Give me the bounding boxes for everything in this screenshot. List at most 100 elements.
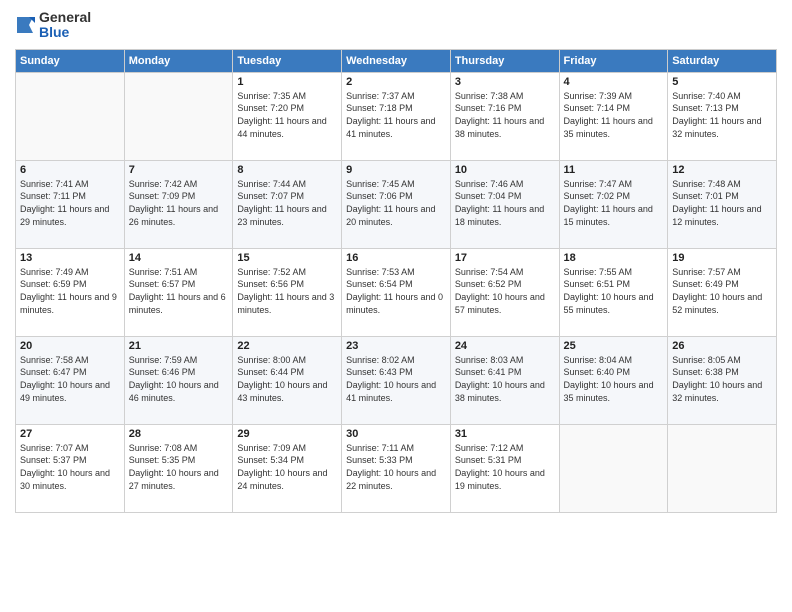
day-number: 10 (455, 164, 555, 176)
calendar-cell: 21Sunrise: 7:59 AM Sunset: 6:46 PM Dayli… (124, 336, 233, 424)
calendar-week-row: 6 Sunrise: 7:41 AM Sunset: 7:11 PM Daylig… (16, 160, 777, 248)
day-number: 20 (20, 340, 120, 352)
calendar-cell: 1Sunrise: 7:35 AM Sunset: 7:20 PM Daylig… (233, 72, 342, 160)
calendar-cell: 25Sunrise: 8:04 AM Sunset: 6:40 PM Dayli… (559, 336, 668, 424)
day-info: Sunrise: 7:58 AM Sunset: 6:47 PM Dayligh… (20, 354, 120, 404)
calendar-week-row: 13 Sunrise: 7:49 AM Sunset: 6:59 PM Dayli… (16, 248, 777, 336)
page: GeneralBlue SundayMondayTuesdayWednesday… (0, 0, 792, 612)
day-info: Sunrise: 7:59 AM Sunset: 6:46 PM Dayligh… (129, 354, 229, 404)
day-number: 19 (672, 252, 772, 264)
day-info: Sunrise: 7:55 AM Sunset: 6:51 PM Dayligh… (564, 266, 664, 316)
day-number: 30 (346, 428, 446, 440)
calendar-cell: 8 Sunrise: 7:44 AM Sunset: 7:07 PM Daylig… (233, 160, 342, 248)
day-number: 16 (346, 252, 446, 264)
calendar-week-row: 27 Sunrise: 7:07 AM Sunset: 5:37 PM Dayli… (16, 424, 777, 512)
day-info: Sunrise: 7:52 AM Sunset: 6:56 PM Dayligh… (237, 266, 337, 316)
calendar-cell: 24 Sunrise: 8:03 AM Sunset: 6:41 PM Dayli… (450, 336, 559, 424)
day-info: Sunrise: 7:51 AM Sunset: 6:57 PM Dayligh… (129, 266, 229, 316)
calendar-cell: 31 Sunrise: 7:12 AM Sunset: 5:31 PM Dayli… (450, 424, 559, 512)
calendar-cell: 28 Sunrise: 7:08 AM Sunset: 5:35 PM Dayli… (124, 424, 233, 512)
day-number: 15 (237, 252, 337, 264)
day-number: 24 (455, 340, 555, 352)
day-info: Sunrise: 7:09 AM Sunset: 5:34 PM Dayligh… (237, 442, 337, 492)
calendar-cell: 29Sunrise: 7:09 AM Sunset: 5:34 PM Dayli… (233, 424, 342, 512)
weekday-header: Friday (559, 49, 668, 72)
day-info: Sunrise: 7:39 AM Sunset: 7:14 PM Dayligh… (564, 90, 664, 140)
logo-blue-text: Blue (39, 25, 91, 40)
calendar-cell: 20 Sunrise: 7:58 AM Sunset: 6:47 PM Dayli… (16, 336, 125, 424)
day-number: 5 (672, 76, 772, 88)
day-number: 17 (455, 252, 555, 264)
logo: GeneralBlue (15, 10, 91, 41)
day-number: 13 (20, 252, 120, 264)
day-info: Sunrise: 8:00 AM Sunset: 6:44 PM Dayligh… (237, 354, 337, 404)
day-info: Sunrise: 7:44 AM Sunset: 7:07 PM Dayligh… (237, 178, 337, 228)
weekday-header: Monday (124, 49, 233, 72)
day-number: 12 (672, 164, 772, 176)
day-info: Sunrise: 7:40 AM Sunset: 7:13 PM Dayligh… (672, 90, 772, 140)
day-number: 7 (129, 164, 229, 176)
calendar-cell: 3Sunrise: 7:38 AM Sunset: 7:16 PM Daylig… (450, 72, 559, 160)
calendar-cell: 13 Sunrise: 7:49 AM Sunset: 6:59 PM Dayli… (16, 248, 125, 336)
day-number: 31 (455, 428, 555, 440)
calendar-cell: 2 Sunrise: 7:37 AM Sunset: 7:18 PM Daylig… (342, 72, 451, 160)
day-info: Sunrise: 7:49 AM Sunset: 6:59 PM Dayligh… (20, 266, 120, 316)
calendar-cell: 27 Sunrise: 7:07 AM Sunset: 5:37 PM Dayli… (16, 424, 125, 512)
day-info: Sunrise: 7:57 AM Sunset: 6:49 PM Dayligh… (672, 266, 772, 316)
calendar-cell: 16 Sunrise: 7:53 AM Sunset: 6:54 PM Dayli… (342, 248, 451, 336)
weekday-header: Sunday (16, 49, 125, 72)
header: GeneralBlue (15, 10, 777, 41)
calendar-cell: 11 Sunrise: 7:47 AM Sunset: 7:02 PM Dayli… (559, 160, 668, 248)
day-info: Sunrise: 7:07 AM Sunset: 5:37 PM Dayligh… (20, 442, 120, 492)
day-info: Sunrise: 7:47 AM Sunset: 7:02 PM Dayligh… (564, 178, 664, 228)
day-number: 6 (20, 164, 120, 176)
day-number: 22 (237, 340, 337, 352)
calendar-cell: 14Sunrise: 7:51 AM Sunset: 6:57 PM Dayli… (124, 248, 233, 336)
calendar-cell: 22 Sunrise: 8:00 AM Sunset: 6:44 PM Dayli… (233, 336, 342, 424)
day-info: Sunrise: 7:45 AM Sunset: 7:06 PM Dayligh… (346, 178, 446, 228)
day-number: 25 (564, 340, 664, 352)
day-number: 4 (564, 76, 664, 88)
day-number: 28 (129, 428, 229, 440)
calendar-cell (124, 72, 233, 160)
day-number: 18 (564, 252, 664, 264)
calendar-cell: 26 Sunrise: 8:05 AM Sunset: 6:38 PM Dayli… (668, 336, 777, 424)
calendar-cell (16, 72, 125, 160)
logo-flag-icon (15, 15, 35, 35)
day-info: Sunrise: 8:05 AM Sunset: 6:38 PM Dayligh… (672, 354, 772, 404)
day-number: 11 (564, 164, 664, 176)
calendar-cell: 30 Sunrise: 7:11 AM Sunset: 5:33 PM Dayli… (342, 424, 451, 512)
calendar-cell: 7 Sunrise: 7:42 AM Sunset: 7:09 PM Daylig… (124, 160, 233, 248)
day-number: 27 (20, 428, 120, 440)
day-info: Sunrise: 7:42 AM Sunset: 7:09 PM Dayligh… (129, 178, 229, 228)
day-info: Sunrise: 7:11 AM Sunset: 5:33 PM Dayligh… (346, 442, 446, 492)
day-number: 8 (237, 164, 337, 176)
weekday-header: Thursday (450, 49, 559, 72)
calendar-cell: 23Sunrise: 8:02 AM Sunset: 6:43 PM Dayli… (342, 336, 451, 424)
day-info: Sunrise: 7:54 AM Sunset: 6:52 PM Dayligh… (455, 266, 555, 316)
calendar-cell: 5 Sunrise: 7:40 AM Sunset: 7:13 PM Daylig… (668, 72, 777, 160)
weekday-header: Saturday (668, 49, 777, 72)
day-info: Sunrise: 7:35 AM Sunset: 7:20 PM Dayligh… (237, 90, 337, 140)
calendar-cell (559, 424, 668, 512)
day-info: Sunrise: 8:02 AM Sunset: 6:43 PM Dayligh… (346, 354, 446, 404)
day-number: 3 (455, 76, 555, 88)
day-info: Sunrise: 7:53 AM Sunset: 6:54 PM Dayligh… (346, 266, 446, 316)
calendar-header-row: SundayMondayTuesdayWednesdayThursdayFrid… (16, 49, 777, 72)
day-info: Sunrise: 7:12 AM Sunset: 5:31 PM Dayligh… (455, 442, 555, 492)
day-info: Sunrise: 8:03 AM Sunset: 6:41 PM Dayligh… (455, 354, 555, 404)
day-number: 2 (346, 76, 446, 88)
day-info: Sunrise: 7:37 AM Sunset: 7:18 PM Dayligh… (346, 90, 446, 140)
day-info: Sunrise: 7:41 AM Sunset: 7:11 PM Dayligh… (20, 178, 120, 228)
calendar-cell: 19 Sunrise: 7:57 AM Sunset: 6:49 PM Dayli… (668, 248, 777, 336)
calendar-cell: 6 Sunrise: 7:41 AM Sunset: 7:11 PM Daylig… (16, 160, 125, 248)
calendar-cell: 12 Sunrise: 7:48 AM Sunset: 7:01 PM Dayli… (668, 160, 777, 248)
weekday-header: Tuesday (233, 49, 342, 72)
calendar-cell: 4 Sunrise: 7:39 AM Sunset: 7:14 PM Daylig… (559, 72, 668, 160)
day-info: Sunrise: 7:08 AM Sunset: 5:35 PM Dayligh… (129, 442, 229, 492)
day-info: Sunrise: 7:48 AM Sunset: 7:01 PM Dayligh… (672, 178, 772, 228)
calendar-week-row: 20 Sunrise: 7:58 AM Sunset: 6:47 PM Dayli… (16, 336, 777, 424)
calendar-cell: 10Sunrise: 7:46 AM Sunset: 7:04 PM Dayli… (450, 160, 559, 248)
weekday-header: Wednesday (342, 49, 451, 72)
day-number: 26 (672, 340, 772, 352)
